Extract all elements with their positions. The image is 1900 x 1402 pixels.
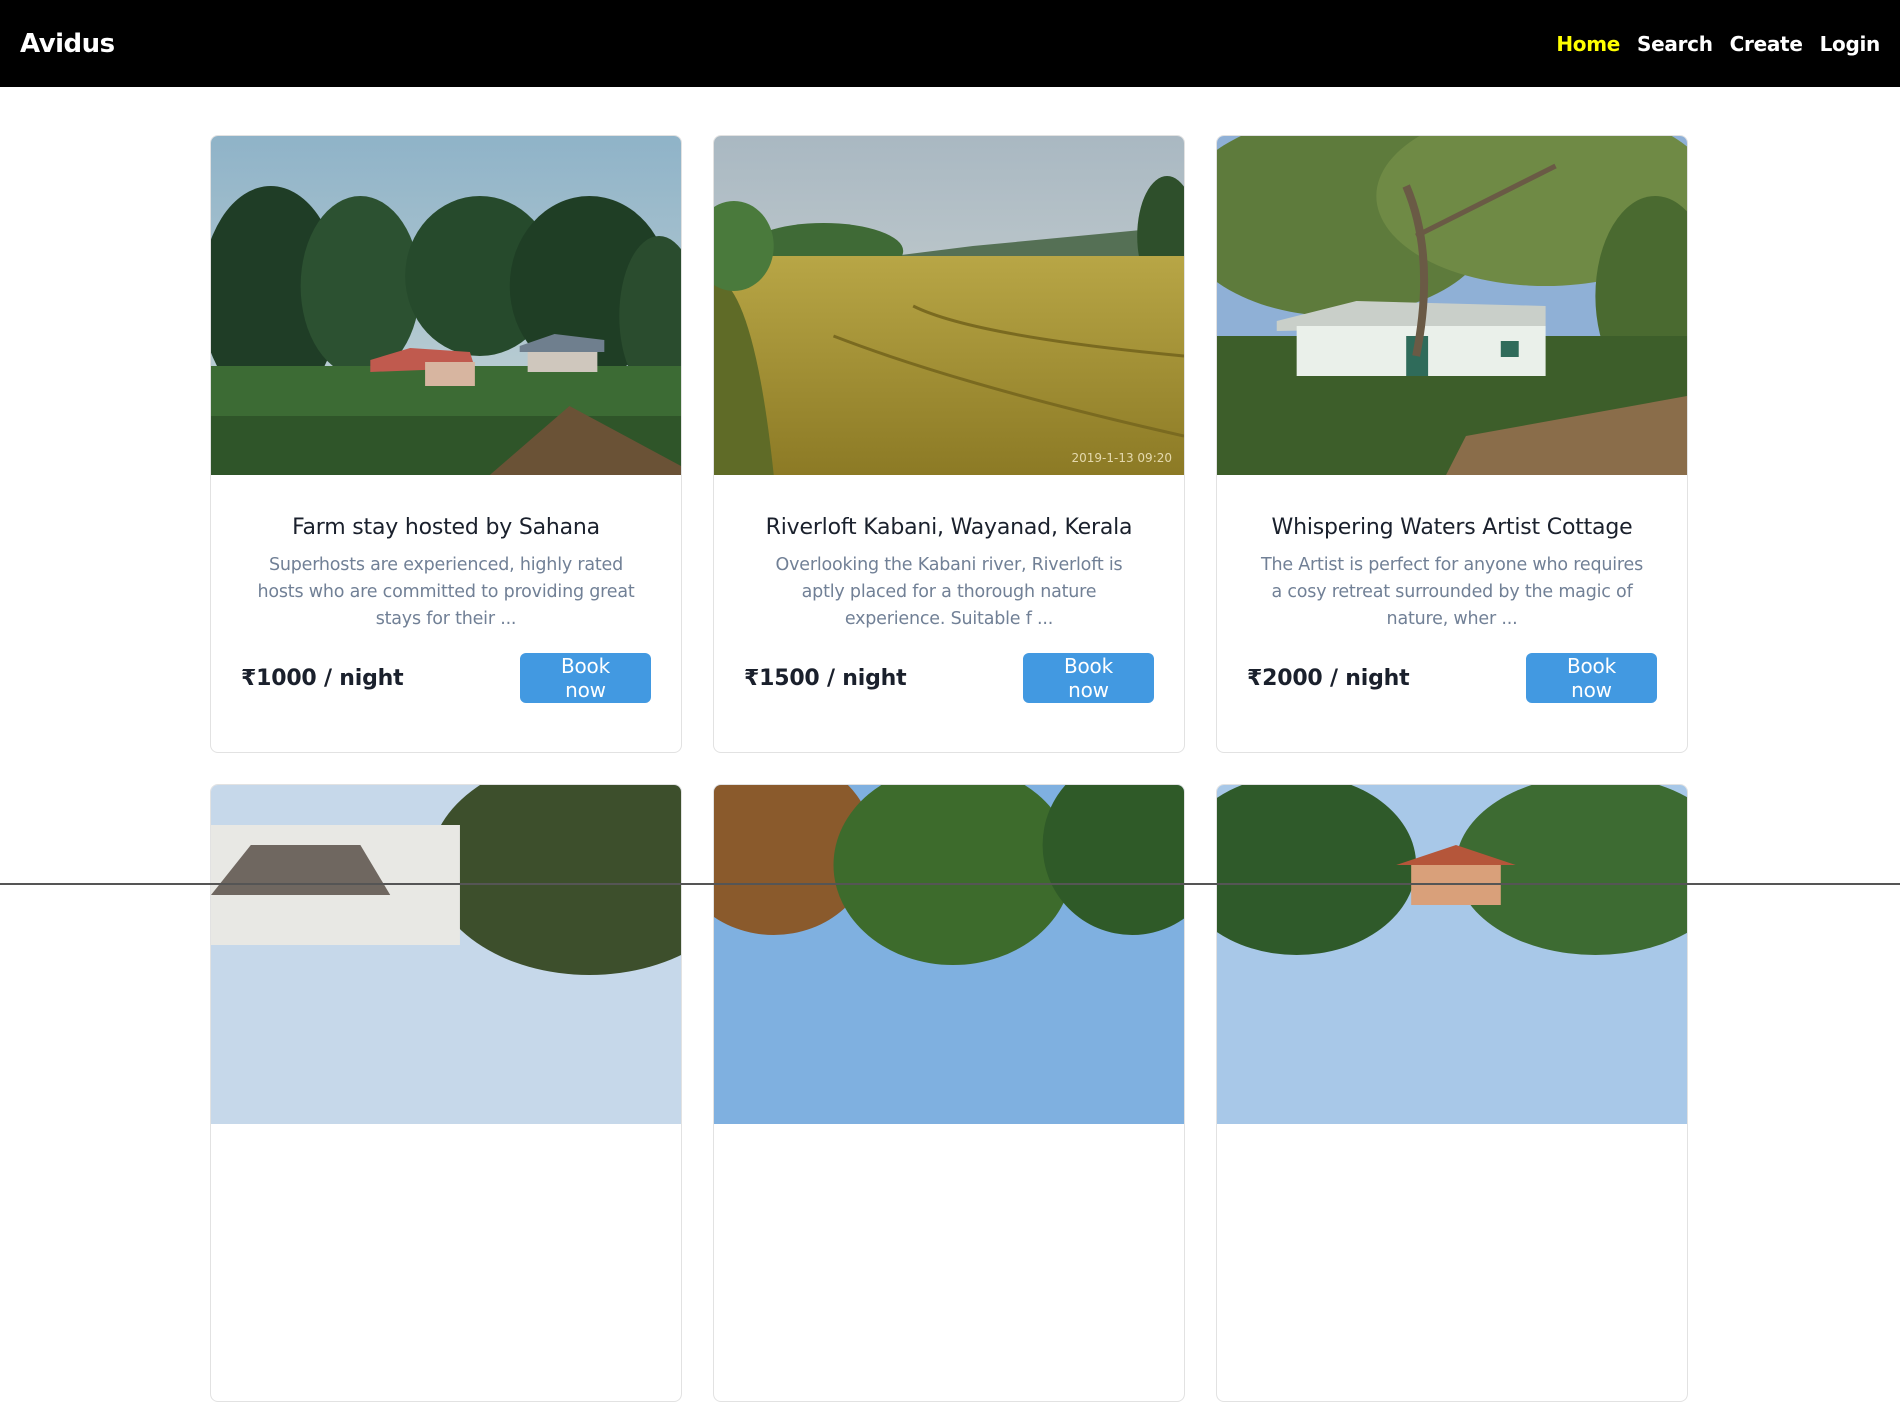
listing-title[interactable]: Farm stay hosted by Sahana (241, 515, 651, 540)
listing-price: ₹1000 / night (241, 665, 404, 691)
listing-title[interactable]: Riverloft Kabani, Wayanad, Kerala (744, 515, 1154, 540)
listing-image-paddy[interactable]: 2019-1-13 09:20 (714, 136, 1184, 475)
listing-card[interactable]: Whispering Waters Artist Cottage The Art… (1216, 135, 1688, 753)
listing-description: Superhosts are experienced, highly rated… (257, 555, 635, 629)
nav-login[interactable]: Login (1820, 32, 1881, 56)
nav-home[interactable]: Home (1556, 32, 1620, 56)
book-now-button[interactable]: Book now (1526, 653, 1657, 703)
book-now-button[interactable]: Book now (1023, 653, 1154, 703)
brand-logo[interactable]: Avidus (20, 29, 115, 59)
top-navbar: Avidus Home Search Create Login (0, 0, 1900, 87)
listing-description: Overlooking the Kabani river, Riverloft … (775, 555, 1123, 629)
listing-card[interactable] (210, 784, 682, 1402)
listing-card[interactable] (1216, 784, 1688, 1402)
book-now-button[interactable]: Book now (520, 653, 651, 703)
listing-card[interactable]: 2019-1-13 09:20 Riverloft Kabani, Wayana… (713, 135, 1185, 753)
nav-links: Home Search Create Login (1539, 32, 1880, 56)
nav-search[interactable]: Search (1637, 32, 1713, 56)
listing-image-palms[interactable] (714, 785, 1184, 1124)
listing-image-cottage[interactable] (1217, 136, 1687, 475)
listing-image-red-roof[interactable] (1217, 785, 1687, 1124)
listing-image-farm[interactable] (211, 136, 681, 475)
nav-create[interactable]: Create (1730, 32, 1803, 56)
listing-price: ₹1500 / night (744, 665, 907, 691)
photo-timestamp: 2019-1-13 09:20 (1071, 451, 1173, 465)
listing-title[interactable]: Whispering Waters Artist Cottage (1247, 515, 1657, 540)
listing-card[interactable]: Farm stay hosted by Sahana Superhosts ar… (210, 135, 682, 753)
listing-card[interactable] (713, 784, 1185, 1402)
listing-price: ₹2000 / night (1247, 665, 1410, 691)
listing-description: The Artist is perfect for anyone who req… (1260, 555, 1644, 629)
listing-image-house-roof[interactable] (211, 785, 681, 1124)
